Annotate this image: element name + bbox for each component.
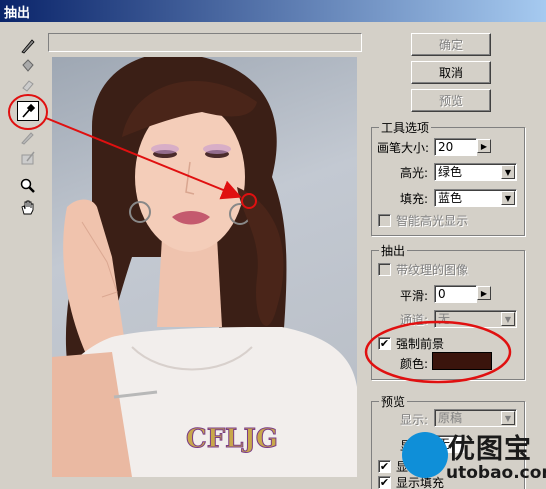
preview-title: 预览 [379,393,408,410]
eyedropper-tool[interactable] [17,101,39,121]
magnifier-icon [20,178,35,193]
show-value: 原稿 [438,411,463,425]
fill-label: 填充: [400,192,429,206]
force-foreground-label: 强制前景 [396,337,445,351]
channel-dropdown-arrow[interactable]: ▼ [501,312,515,326]
edge-highlighter-tool[interactable] [17,36,39,56]
right-arrow-icon: ▶ [480,289,488,298]
channel-value: 无 [438,312,451,326]
color-label: 颜色: [400,357,429,371]
checkmark-icon: ✔ [379,460,390,473]
tool-options-title: 工具选项 [379,119,432,136]
eyedropper-icon [22,103,36,118]
brush-size-label: 画笔大小: [377,141,430,155]
edge-highlighter-icon [21,39,35,54]
show-fill-checkbox[interactable]: ✔ [378,476,391,489]
fill-value: 蓝色 [438,191,463,205]
right-arrow-icon: ▶ [480,142,488,151]
hand-icon [21,200,34,215]
chevron-down-icon: ▼ [504,194,512,203]
fill-dropdown-arrow[interactable]: ▼ [501,191,515,205]
cleanup-tool[interactable] [17,127,39,147]
smooth-label: 平滑: [400,289,429,303]
watermark-text: CFLJG [186,424,278,454]
portrait-photo: CFLJG [52,57,357,477]
highlight-label: 高光: [400,166,429,180]
cancel-button[interactable]: 取消 [411,61,491,84]
force-foreground-checkbox[interactable]: ✔ [378,337,391,350]
extraction-title: 抽出 [379,242,408,259]
show-label: 显示: [400,413,429,427]
highlight-dropdown-arrow[interactable]: ▼ [501,165,515,179]
chevron-down-icon: ▼ [504,414,512,423]
info-bar [48,33,362,52]
eraser-tool[interactable] [17,75,39,95]
hand-tool[interactable] [17,197,39,217]
logo-text: 优图宝 [448,434,532,465]
ok-button[interactable]: 确定 [411,33,491,56]
title-bar: 抽出 [0,0,546,22]
channel-label: 通道: [400,313,429,327]
smooth-arrow[interactable]: ▶ [477,286,491,300]
checkmark-icon: ✔ [379,476,390,489]
fill-tool[interactable] [17,56,39,76]
photo-canvas[interactable]: CFLJG [52,57,357,477]
textured-image-label: 带纹理的图像 [396,263,469,277]
eraser-icon [22,80,34,92]
show-dropdown-arrow[interactable]: ▼ [501,411,515,425]
smooth-input[interactable]: 0 [434,285,477,303]
foreground-color-swatch[interactable] [432,352,492,370]
window-title: 抽出 [4,6,31,21]
zoom-tool[interactable] [17,176,39,196]
smart-highlight-label: 智能高光显示 [396,214,469,228]
logo-url: utobao.com [446,463,546,483]
paint-bucket-icon [22,59,34,72]
edge-touchup-icon [21,151,35,165]
highlight-value: 绿色 [438,165,463,179]
show-option-checkbox[interactable]: ✔ [378,460,391,473]
chevron-down-icon: ▼ [504,168,512,177]
checkmark-icon: ✔ [379,337,390,350]
textured-image-checkbox[interactable] [378,263,391,276]
brush-size-input[interactable]: 20 [434,138,477,156]
preview-button[interactable]: 预览 [411,89,491,112]
edge-touchup-tool[interactable] [17,148,39,168]
cleanup-icon [21,132,34,145]
chevron-down-icon: ▼ [504,315,512,324]
bird-logo-icon [402,432,448,478]
brush-size-arrow[interactable]: ▶ [477,139,491,153]
smart-highlight-checkbox[interactable] [378,214,391,227]
